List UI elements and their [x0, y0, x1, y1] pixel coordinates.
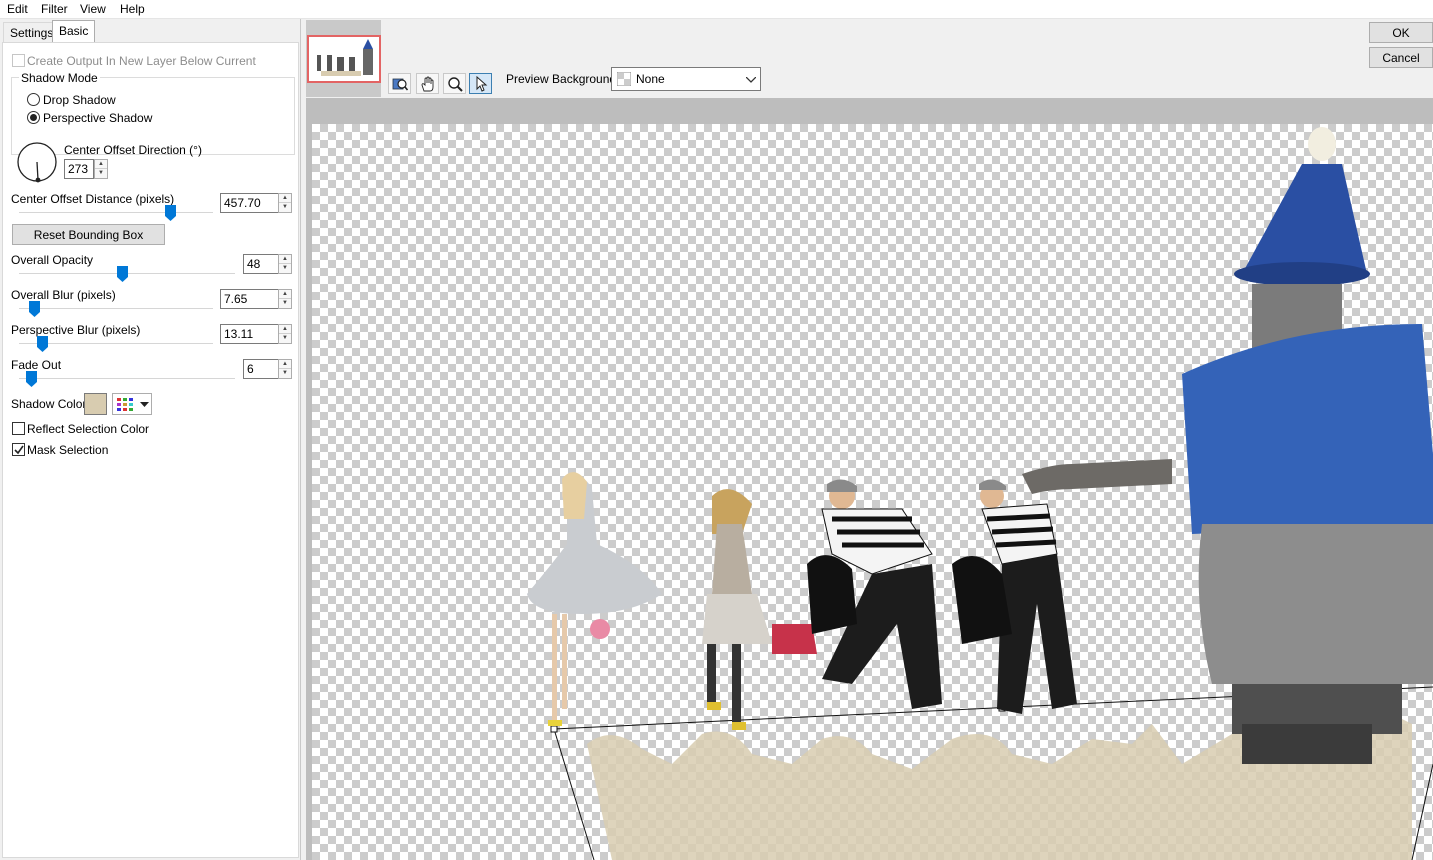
perspective-blur-thumb[interactable] [36, 336, 48, 352]
menu-help[interactable]: Help [120, 2, 145, 16]
center-offset-direction-spinner[interactable]: ▲ ▼ [94, 159, 108, 179]
perspective-blur-input[interactable]: 13.11 [220, 324, 279, 344]
figure-thief-1 [807, 479, 942, 709]
transparent-swatch-icon [617, 72, 631, 86]
palette-grid-icon [117, 398, 133, 411]
overall-opacity-spinner[interactable]: ▲ ▼ [278, 254, 292, 274]
overall-opacity-thumb[interactable] [117, 266, 129, 282]
perspective-shadow-label: Perspective Shadow [43, 111, 153, 125]
pan-tool-button[interactable] [416, 73, 439, 94]
zoom-fit-icon [392, 78, 408, 91]
overall-blur-thumb[interactable] [29, 301, 41, 317]
fade-out-input[interactable]: 6 [243, 359, 279, 379]
perspective-blur-spinner[interactable]: ▲ ▼ [278, 324, 292, 344]
figure-woman-2 [702, 489, 817, 730]
menu-bar: Edit Filter View Help [0, 0, 1433, 19]
center-offset-distance-thumb[interactable] [164, 205, 176, 221]
perspective-blur-label: Perspective Blur (pixels) [11, 323, 141, 337]
bounding-handle-left[interactable] [550, 725, 558, 733]
drop-shadow-radio[interactable] [27, 93, 40, 106]
checkmark-icon [14, 445, 24, 455]
preview-background-value: None [636, 72, 665, 86]
tab-basic[interactable]: Basic [52, 20, 96, 43]
fade-out-spinner[interactable]: ▲ ▼ [278, 359, 292, 379]
overall-opacity-label: Overall Opacity [11, 253, 94, 267]
center-offset-distance-spinner[interactable]: ▲ ▼ [278, 193, 292, 213]
fade-out-track[interactable] [19, 378, 235, 380]
hand-icon [421, 76, 434, 92]
zoom-tool-button[interactable] [443, 73, 466, 94]
reset-bounding-box-button[interactable]: Reset Bounding Box [12, 224, 165, 245]
zoom-fit-button[interactable] [388, 73, 411, 94]
basic-tab-content: Create Output In New Layer Below Current… [2, 42, 299, 858]
preview-background-label: Preview Background: [506, 72, 620, 86]
figure-woman-1 [527, 472, 662, 726]
shadow-mode-title: Shadow Mode [19, 71, 100, 85]
mask-selection-label: Mask Selection [27, 443, 109, 457]
menu-edit[interactable]: Edit [7, 2, 28, 16]
pointer-icon [476, 76, 488, 92]
preview-canvas[interactable] [312, 124, 1433, 860]
shadow-color-label: Shadow Color [11, 397, 87, 411]
overall-blur-input[interactable]: 7.65 [220, 289, 279, 309]
preview-background-select[interactable]: None [611, 67, 761, 91]
radio-selected-dot [30, 114, 37, 121]
menu-view[interactable]: View [80, 2, 106, 16]
overall-opacity-input[interactable]: 48 [243, 254, 279, 274]
color-picker-dropdown[interactable] [112, 393, 152, 415]
shadow-color-swatch[interactable] [84, 393, 107, 415]
figure-robot [1182, 127, 1433, 764]
create-output-checkbox[interactable] [12, 54, 25, 67]
figure-thief-2 [952, 459, 1172, 714]
reflect-selection-color-label: Reflect Selection Color [27, 422, 150, 436]
settings-panel: Settings Basic Create Output In New Laye… [0, 19, 301, 860]
magnifier-icon [448, 77, 463, 92]
overall-blur-spinner[interactable]: ▲ ▼ [278, 289, 292, 309]
preview-thumbnail[interactable] [307, 35, 381, 83]
center-offset-distance-track[interactable] [19, 212, 213, 214]
center-offset-distance-input[interactable]: 457.70 [220, 193, 279, 213]
pointer-tool-button[interactable] [469, 73, 492, 94]
direction-dial[interactable] [16, 141, 60, 185]
thumbnail-image [309, 37, 379, 81]
fade-out-thumb[interactable] [26, 371, 38, 387]
overall-blur-track[interactable] [19, 308, 213, 310]
reflect-selection-color-checkbox[interactable] [12, 422, 25, 435]
perspective-shadow-radio[interactable] [27, 111, 40, 124]
overall-blur-label: Overall Blur (pixels) [11, 288, 116, 302]
ok-button[interactable]: OK [1369, 22, 1433, 43]
chevron-down-icon [746, 77, 756, 83]
mask-selection-checkbox[interactable] [12, 443, 25, 456]
menu-filter[interactable]: Filter [41, 2, 68, 16]
create-output-label: Create Output In New Layer Below Current [27, 54, 256, 68]
preview-scene [527, 127, 1433, 860]
fade-out-label: Fade Out [11, 358, 62, 372]
center-offset-direction-input[interactable]: 273 [64, 159, 94, 179]
cancel-button[interactable]: Cancel [1369, 47, 1433, 68]
drop-shadow-label: Drop Shadow [43, 93, 116, 107]
perspective-blur-track[interactable] [19, 343, 213, 345]
center-offset-distance-label: Center Offset Distance (pixels) [11, 192, 175, 206]
center-offset-direction-label: Center Offset Direction (°) [64, 143, 202, 157]
chevron-down-icon [140, 402, 149, 407]
